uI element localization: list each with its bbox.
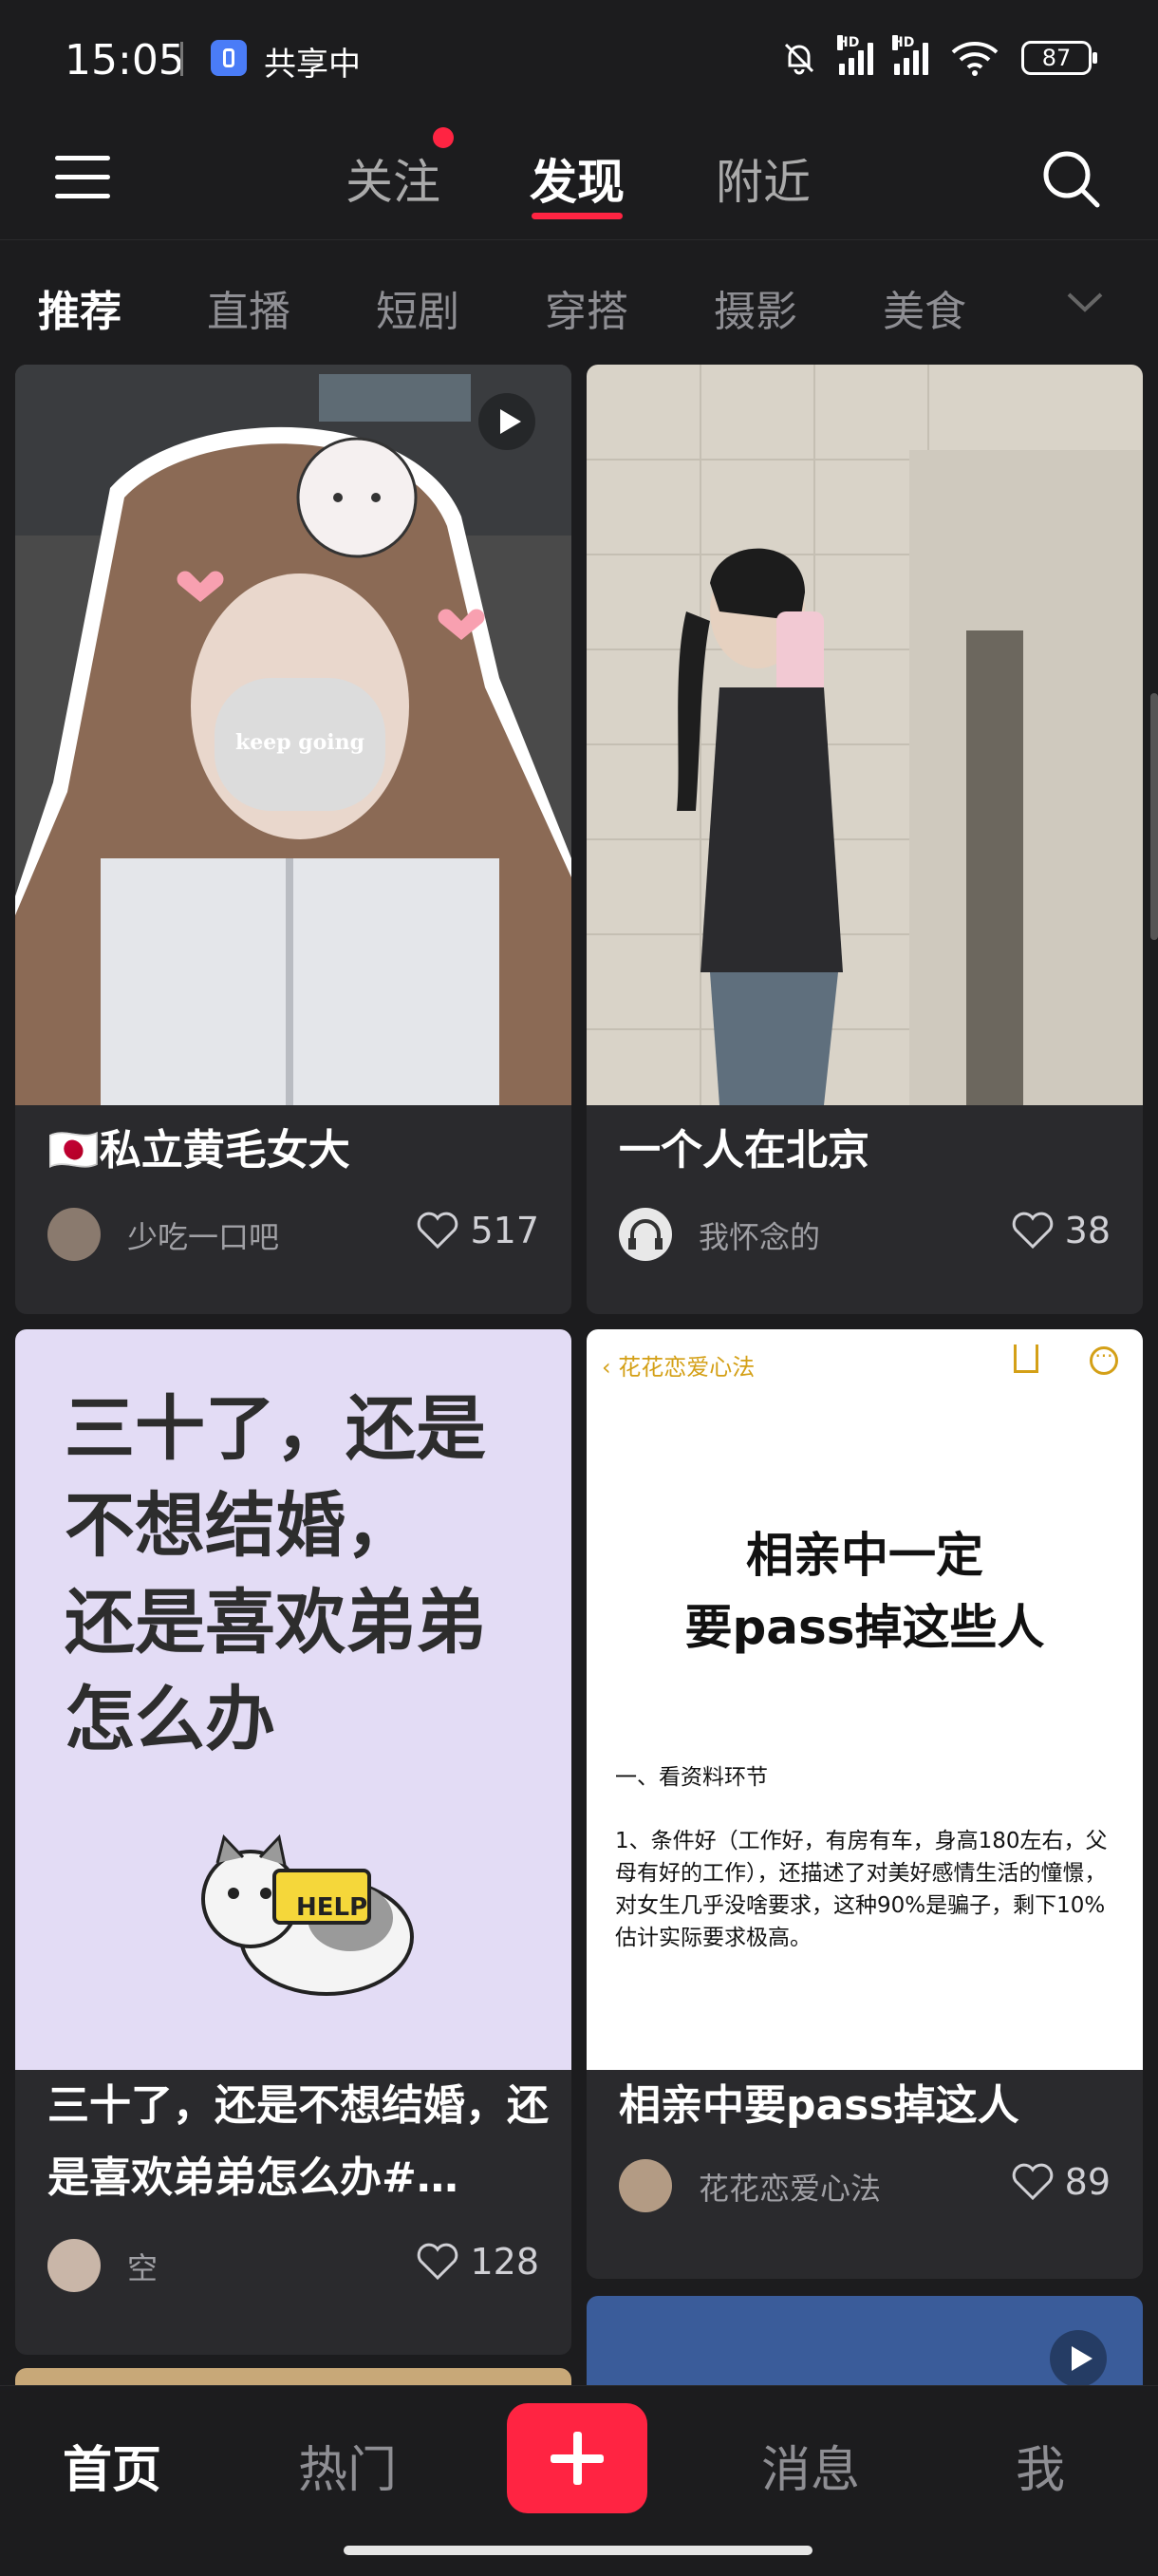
like-button[interactable]: 517 (415, 1210, 539, 1251)
chevron-down-icon[interactable] (1061, 283, 1109, 321)
bottom-navigation: 首页 热门 消息 我 (0, 2385, 1158, 2576)
bell-muted-icon (784, 43, 814, 75)
heart-icon (1012, 1212, 1053, 1250)
feed-card-4[interactable]: ‹ 花花恋爱心法 ··· 相亲中一定 要pass掉这些人 一、看资料环节 1、条… (587, 1329, 1143, 2279)
battery-level: 87 (1041, 45, 1072, 71)
screen-share-icon (211, 40, 247, 76)
post-image-2 (587, 365, 1143, 1105)
category-live[interactable]: 直播 (207, 277, 290, 338)
category-food[interactable]: 美食 (883, 277, 966, 338)
image-heading-line: 相亲中一定 (746, 1528, 983, 1583)
nav-trending[interactable]: 热门 (298, 2430, 397, 2501)
scrollbar[interactable] (1150, 693, 1158, 940)
nav-me[interactable]: 我 (1016, 2430, 1065, 2501)
post-title: 一个人在北京 (619, 1126, 869, 1175)
post-meta: 花花恋爱心法 89 (619, 2152, 1111, 2218)
post-image-1: keep going (15, 365, 571, 1105)
image-header-text: 花花恋爱心法 (618, 1354, 756, 1381)
post-meta: 我怀念的 38 (619, 1200, 1111, 1267)
create-post-button[interactable] (507, 2403, 647, 2513)
image-sign-text: HELP (296, 1893, 368, 1922)
category-short-drama[interactable]: 短剧 (376, 277, 459, 338)
share-icon (1014, 1344, 1038, 1373)
image-text-line: 不想结婚， (65, 1485, 416, 1567)
image-body: 1、条件好（工作好，有房有车，身高180左右，父母有好的工作），还描述了对美好感… (615, 1829, 1108, 1950)
category-outfits[interactable]: 穿搭 (545, 277, 628, 338)
status-time: 15:05 (65, 36, 185, 85)
battery-indicator: 87 (1021, 41, 1097, 75)
author-name[interactable]: 我怀念的 (699, 1213, 820, 1257)
post-meta: 少吃一口吧 517 (47, 1200, 539, 1267)
category-recommended[interactable]: 推荐 (38, 277, 121, 338)
feed-card-3[interactable]: 三十了，还是 不想结婚， 还是喜欢弟弟 怎么办 HELP 三十了，还是不想结婚，… (15, 1329, 571, 2355)
like-button[interactable]: 89 (1010, 2161, 1111, 2203)
post-title: 相亲中要pass掉这人 (619, 2081, 1019, 2130)
tab-nearby[interactable]: 附近 (716, 144, 811, 213)
nav-messages[interactable]: 消息 (761, 2430, 860, 2501)
like-count: 517 (470, 1210, 539, 1251)
image-text-line: 还是喜欢弟弟 (65, 1582, 486, 1664)
play-icon (478, 393, 535, 450)
tab-following[interactable]: 关注 (346, 144, 440, 213)
notification-dot (433, 127, 454, 148)
more-icon: ··· (1090, 1346, 1118, 1375)
post-image-3: 三十了，还是 不想结婚， 还是喜欢弟弟 怎么办 HELP (15, 1329, 571, 2070)
category-bar: 推荐 直播 短剧 穿搭 摄影 美食 (0, 239, 1158, 363)
tab-discover[interactable]: 发现 (530, 144, 625, 213)
like-button[interactable]: 38 (1010, 1210, 1111, 1251)
post-title: 🇯🇵私立黄毛女大 (47, 1126, 350, 1175)
wifi-icon (951, 42, 999, 76)
headphones-icon (628, 1219, 663, 1250)
heart-icon (418, 1212, 458, 1250)
heart-icon (1012, 2163, 1053, 2201)
avatar[interactable] (47, 1208, 101, 1261)
status-divider (180, 42, 183, 76)
active-tab-indicator (532, 213, 623, 219)
author-name[interactable]: 少吃一口吧 (127, 1213, 279, 1257)
heart-icon (418, 2243, 458, 2281)
avatar[interactable] (619, 2159, 672, 2212)
avatar[interactable] (47, 2239, 101, 2292)
like-count: 38 (1064, 1210, 1111, 1251)
nav-home[interactable]: 首页 (63, 2430, 161, 2501)
play-icon (1050, 2330, 1107, 2387)
screen-share-label: 共享中 (264, 46, 361, 84)
status-bar: 15:05 共享中 HD HD 87 (0, 0, 1158, 118)
author-name[interactable]: 空 (127, 2245, 158, 2288)
category-photography[interactable]: 摄影 (714, 277, 797, 338)
top-navigation: 关注 发现 附近 (0, 118, 1158, 240)
signal-1-hd-label: HD (837, 35, 860, 50)
post-meta: 空 128 (47, 2231, 539, 2298)
author-name[interactable]: 花花恋爱心法 (699, 2165, 881, 2209)
image-text-line: 怎么办 (65, 1679, 275, 1760)
feed-card-1[interactable]: keep going 🇯🇵私立黄毛女大 少吃一口吧 517 (15, 365, 571, 1314)
feed-card-2[interactable]: 一个人在北京 我怀念的 38 (587, 365, 1143, 1314)
image-section: 一、看资料环节 (615, 1765, 768, 1790)
image-header: ‹ 花花恋爱心法 (602, 1354, 756, 1381)
avatar[interactable] (619, 1208, 672, 1261)
post-title: 三十了，还是不想结婚，还是喜欢弟弟怎么办#… (47, 2081, 549, 2202)
signal-strength-2-icon: HD (892, 35, 928, 75)
post-image-4: ‹ 花花恋爱心法 ··· 相亲中一定 要pass掉这些人 一、看资料环节 1、条… (587, 1329, 1143, 2070)
like-button[interactable]: 128 (415, 2241, 539, 2283)
menu-icon[interactable] (55, 156, 110, 199)
signal-2-hd-label: HD (892, 35, 915, 50)
image-heading-line: 要pass掉这些人 (684, 1600, 1045, 1655)
home-indicator[interactable] (344, 2546, 812, 2555)
signal-strength-1-icon: HD (837, 35, 873, 75)
image-overlay-text: keep going (235, 730, 364, 755)
search-icon[interactable] (1038, 146, 1105, 213)
like-count: 89 (1064, 2161, 1111, 2203)
image-text-line: 三十了，还是 (65, 1388, 486, 1470)
like-count: 128 (470, 2241, 539, 2283)
